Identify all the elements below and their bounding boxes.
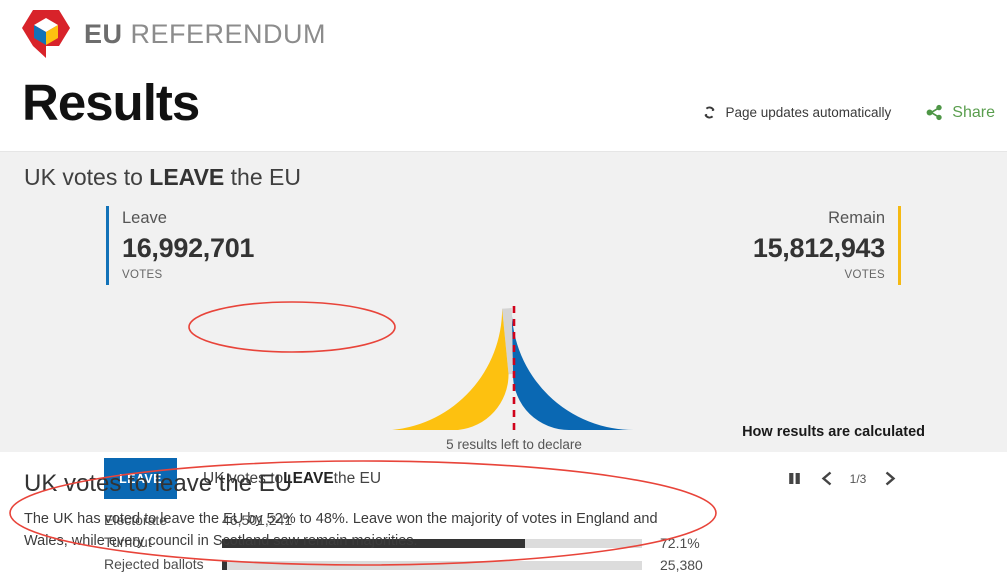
carousel-prev-button[interactable] — [811, 470, 843, 487]
results-gauge-chart — [388, 304, 640, 434]
share-label: Share — [952, 104, 995, 122]
share-icon — [925, 103, 944, 122]
remain-votes-unit: VOTES — [753, 266, 885, 286]
brand-name: EU REFERENDUM — [84, 21, 326, 48]
brand-name-rest: REFERENDUM — [123, 19, 327, 49]
pause-icon — [786, 470, 803, 487]
brand-name-bold: EU — [84, 19, 123, 49]
carousel-counter: 1/3 — [843, 472, 873, 486]
carousel-controls: 1/3 — [777, 458, 919, 499]
page-title: Results — [22, 75, 199, 131]
chevron-left-icon — [819, 470, 836, 487]
carousel-pause-button[interactable] — [777, 470, 811, 487]
carousel-next-button[interactable] — [873, 470, 905, 487]
gauge-arc-remain — [392, 309, 509, 430]
masthead: EU REFERENDUM — [0, 0, 1007, 70]
remain-label: Remain — [753, 206, 885, 231]
carousel-message-post: the EU — [334, 470, 381, 488]
leave-total: Leave 16,992,701 VOTES — [106, 206, 254, 285]
stat-value: 25,380 — [660, 558, 703, 572]
auto-update-indicator: Page updates automatically — [701, 104, 891, 121]
leave-votes-unit: VOTES — [122, 266, 254, 286]
results-panel: UK votes to LEAVE the EU Leave 16,992,70… — [0, 152, 1007, 452]
brand-logo[interactable]: EU REFERENDUM — [20, 8, 326, 60]
how-results-are-calculated-link[interactable]: How results are calculated — [742, 424, 925, 440]
gauge-caption: 5 results left to declare — [388, 437, 640, 452]
gauge-svg — [388, 304, 640, 434]
stat-bar-track — [222, 561, 642, 570]
share-button[interactable]: Share — [925, 103, 995, 122]
panel-headline-pre: UK votes to — [24, 164, 149, 190]
chevron-right-icon — [881, 470, 898, 487]
panel-headline-post: the EU — [224, 164, 301, 190]
stat-label: Rejected ballots — [104, 556, 222, 574]
leave-label: Leave — [122, 206, 254, 231]
refresh-icon — [701, 104, 718, 121]
story-body: The UK has voted to leave the EU by 52% … — [24, 508, 704, 553]
stat-row: Rejected ballots 25,380 — [104, 556, 704, 577]
eu-referendum-cube-logo-icon — [20, 8, 72, 60]
story-title[interactable]: UK votes to leave the EU — [24, 470, 292, 498]
remain-votes: 15,812,943 — [753, 231, 885, 266]
page-title-row: Results Page updates automatically — [0, 70, 1007, 152]
leave-votes: 16,992,701 — [122, 231, 254, 266]
gauge-arc-leave — [512, 308, 636, 430]
header-meta: Page updates automatically Share — [701, 103, 995, 122]
auto-update-label: Page updates automatically — [725, 105, 891, 120]
stat-bar-fill — [222, 561, 227, 570]
panel-headline: UK votes to LEAVE the EU — [24, 164, 301, 191]
panel-headline-strong: LEAVE — [149, 164, 224, 190]
page-root: EU REFERENDUM Results Page updates autom… — [0, 0, 1007, 577]
remain-total: Remain 15,812,943 VOTES — [753, 206, 901, 285]
